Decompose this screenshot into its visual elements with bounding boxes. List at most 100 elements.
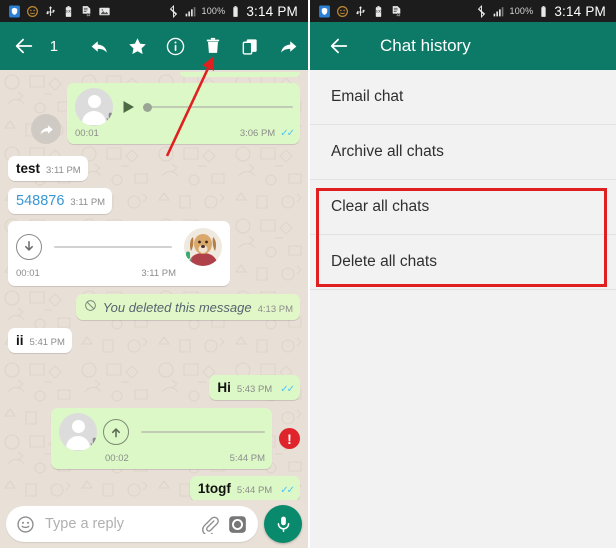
menu-item-archive-all-chats[interactable]: Archive all chats bbox=[310, 125, 616, 180]
camera-icon[interactable] bbox=[227, 514, 248, 535]
chat-scroll-area[interactable]: 00:01 3:06 PM ✓✓ test 3:11 PM 548876 3:1… bbox=[0, 70, 308, 500]
bluetooth-icon bbox=[170, 4, 178, 18]
message-row-1togf[interactable]: 1togf 5:44 PM ✓✓ bbox=[8, 476, 300, 500]
chat-history-menu: Email chat Archive all chats Clear all c… bbox=[310, 70, 616, 548]
usb-icon bbox=[46, 5, 55, 16]
message-time: 5:44 PM bbox=[229, 453, 265, 464]
upload-icon[interactable] bbox=[103, 419, 129, 445]
shield-icon bbox=[9, 5, 20, 17]
message-time: 4:13 PM bbox=[257, 304, 293, 315]
play-icon[interactable] bbox=[119, 98, 137, 116]
menu-item-label: Delete all chats bbox=[331, 253, 437, 270]
read-receipt-icon: ✓✓ bbox=[280, 384, 295, 395]
message-row-deleted[interactable]: You deleted this message 4:13 PM bbox=[8, 294, 300, 320]
message-time: 5:44 PM bbox=[236, 485, 273, 496]
image-icon bbox=[99, 7, 110, 15]
forward-icon[interactable] bbox=[276, 33, 300, 59]
clipped-bubble-top bbox=[8, 72, 300, 77]
menu-item-clear-all-chats[interactable]: Clear all chats bbox=[310, 180, 616, 235]
back-button-left[interactable] bbox=[12, 33, 36, 59]
read-receipt-icon: ✓✓ bbox=[280, 485, 295, 496]
message-time: 5:43 PM bbox=[236, 384, 273, 395]
svg-text:100: 100 bbox=[375, 9, 381, 13]
voice-progress[interactable] bbox=[143, 102, 293, 112]
chat-message-list[interactable]: 00:01 3:06 PM ✓✓ test 3:11 PM 548876 3:1… bbox=[0, 70, 308, 500]
message-text: You deleted this message bbox=[102, 300, 252, 315]
status-bar-left-icons: 100 bbox=[314, 5, 403, 18]
menu-item-email-chat[interactable]: Email chat bbox=[310, 70, 616, 125]
text-message-bubble[interactable]: Hi 5:43 PM ✓✓ bbox=[209, 375, 300, 400]
microphone-icon bbox=[277, 516, 289, 532]
voice-duration: 00:01 bbox=[75, 128, 99, 139]
text-message-bubble[interactable]: 1togf 5:44 PM ✓✓ bbox=[189, 476, 300, 500]
status-bar-left: 100 100% 3:14 PM bbox=[0, 0, 308, 22]
voice-record-button[interactable] bbox=[264, 505, 302, 543]
battery-saver-icon: 100 bbox=[375, 5, 382, 17]
star-icon[interactable] bbox=[125, 33, 149, 59]
message-row-test[interactable]: test 3:11 PM bbox=[8, 156, 300, 181]
menu-item-label: Clear all chats bbox=[331, 198, 430, 215]
page-title: Chat history bbox=[380, 36, 471, 55]
file-remove-icon bbox=[82, 5, 91, 16]
send-failed-icon[interactable]: ! bbox=[279, 428, 300, 449]
message-row-voice-544[interactable]: 00:02 5:44 PM ! bbox=[8, 408, 300, 469]
menu-item-delete-all-chats[interactable]: Delete all chats bbox=[310, 235, 616, 290]
forwarded-icon bbox=[31, 114, 61, 144]
info-icon[interactable] bbox=[163, 33, 187, 59]
selected-count: 1 bbox=[49, 37, 59, 55]
dual-screenshot: 100 100% 3:14 PM 1 00:01 3:06 PM ✓✓ test… bbox=[0, 0, 616, 548]
bluetooth-icon bbox=[478, 4, 486, 18]
microphone-icon bbox=[90, 437, 97, 450]
status-bar-left-icons: 100 bbox=[4, 5, 111, 18]
text-message-bubble[interactable]: test 3:11 PM bbox=[8, 156, 88, 181]
voice-duration: 00:02 bbox=[105, 453, 129, 464]
message-text: Hi bbox=[217, 380, 231, 395]
message-time: 3:11 PM bbox=[46, 165, 81, 176]
status-bar-right-icons: 100% 3:14 PM bbox=[167, 4, 304, 19]
message-text: 1togf bbox=[197, 481, 231, 496]
right-screen-chat-history: 100 100% 3:14 PM Chat history Email chat… bbox=[308, 0, 616, 548]
left-screen-chat: 100 100% 3:14 PM 1 00:01 3:06 PM ✓✓ test… bbox=[0, 0, 308, 548]
message-row-voice-306[interactable]: 00:01 3:06 PM ✓✓ bbox=[8, 83, 300, 144]
battery-saver-icon: 100 bbox=[65, 5, 72, 17]
reply-input[interactable]: Type a reply bbox=[43, 516, 192, 532]
voice-progress[interactable] bbox=[54, 246, 172, 248]
text-message-bubble[interactable]: ii 5:41 PM bbox=[8, 328, 72, 353]
message-text-link[interactable]: 548876 bbox=[16, 193, 64, 209]
message-text: test bbox=[16, 161, 41, 176]
copy-icon[interactable] bbox=[239, 33, 263, 59]
voice-message-bubble[interactable]: 00:01 3:11 PM bbox=[8, 221, 230, 286]
reply-input-pill[interactable]: Type a reply bbox=[6, 506, 258, 542]
voice-duration: 00:01 bbox=[16, 268, 40, 279]
menu-item-label: Archive all chats bbox=[331, 143, 444, 160]
menu-item-label: Email chat bbox=[331, 88, 404, 105]
emoji-icon[interactable] bbox=[16, 515, 35, 534]
signal-icon bbox=[494, 6, 504, 16]
download-icon[interactable] bbox=[16, 234, 42, 260]
voice-progress[interactable] bbox=[141, 431, 265, 433]
battery-icon bbox=[233, 5, 238, 17]
back-button-right[interactable] bbox=[326, 33, 352, 59]
text-message-bubble[interactable]: 548876 3:11 PM bbox=[8, 188, 113, 214]
message-row-hi[interactable]: Hi 5:43 PM ✓✓ bbox=[8, 375, 300, 400]
delete-icon[interactable] bbox=[201, 33, 225, 59]
paperclip-icon[interactable] bbox=[200, 515, 219, 534]
message-text: ii bbox=[16, 333, 24, 348]
message-row-548876[interactable]: 548876 3:11 PM bbox=[8, 188, 300, 214]
file-remove-icon bbox=[392, 5, 401, 16]
message-time: 3:06 PM bbox=[239, 128, 276, 139]
read-receipt-icon: ✓✓ bbox=[280, 128, 295, 139]
voice-message-bubble[interactable]: 00:01 3:06 PM ✓✓ bbox=[67, 83, 300, 144]
reply-icon[interactable] bbox=[88, 33, 112, 59]
deleted-message-bubble[interactable]: You deleted this message 4:13 PM bbox=[75, 294, 300, 320]
message-row-voice-311[interactable]: 00:01 3:11 PM bbox=[8, 221, 300, 286]
message-row-ii[interactable]: ii 5:41 PM bbox=[8, 328, 300, 353]
signal-icon bbox=[186, 6, 196, 16]
avatar bbox=[75, 88, 113, 126]
voice-message-bubble[interactable]: 00:02 5:44 PM bbox=[51, 408, 272, 469]
status-bar-clock: 3:14 PM bbox=[246, 3, 298, 19]
avatar bbox=[59, 413, 97, 451]
avatar bbox=[184, 228, 222, 266]
status-bar-clock: 3:14 PM bbox=[554, 3, 606, 19]
status-bar-right-icons: 100% 3:14 PM bbox=[475, 4, 612, 19]
